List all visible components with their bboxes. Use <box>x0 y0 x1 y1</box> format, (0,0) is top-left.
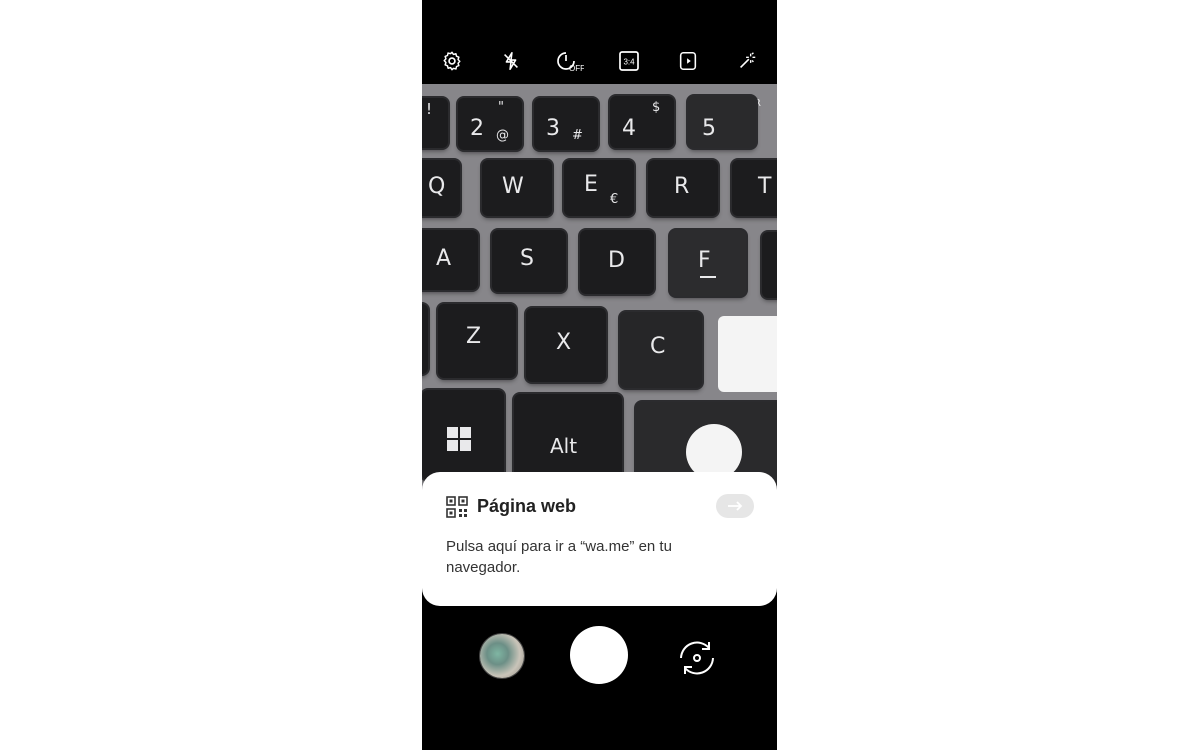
keyboard-key <box>762 232 777 298</box>
keyboard-key: Alt <box>514 394 622 484</box>
aspect-ratio-label: 3:4 <box>623 58 635 67</box>
keyboard-key: A <box>422 230 478 290</box>
timer-off-icon: OFF <box>557 52 584 73</box>
keyboard-key: X <box>526 308 606 382</box>
motion-photo-icon <box>680 51 697 71</box>
key-label: E <box>584 172 598 197</box>
key-label: ! <box>426 100 433 118</box>
qr-code-icon <box>446 496 468 518</box>
keyboard-key: W <box>482 160 552 216</box>
key-sub-label: " <box>498 100 504 115</box>
key-sub-label: $ <box>652 100 661 115</box>
key-label: F <box>698 248 711 273</box>
key-label: A <box>436 246 452 271</box>
key-label: 3 <box>546 116 560 141</box>
keyboard-key: ! <box>422 98 448 148</box>
keyboard-key: S <box>492 230 566 292</box>
home-row-notch <box>700 276 716 278</box>
key-label: R <box>674 174 690 199</box>
key-label: D <box>608 248 625 273</box>
aspect-ratio-icon: 3:4 <box>619 51 639 71</box>
key-label: W <box>502 174 524 199</box>
qr-card-description[interactable]: Pulsa aquí para ir a “wa.me” en tu naveg… <box>446 536 746 578</box>
keyboard-key: Z <box>438 304 516 378</box>
keyboard-key <box>422 304 428 374</box>
key-label: S <box>520 246 534 271</box>
settings-button[interactable] <box>436 45 468 77</box>
keyboard-key: 5 <box>688 96 756 148</box>
timer-button[interactable]: OFF <box>554 45 586 77</box>
keyboard-key: $ 4 <box>610 96 674 148</box>
glare-patch <box>718 316 777 392</box>
arrow-right-icon <box>728 501 743 511</box>
key-sub-label: # <box>572 128 583 143</box>
key-label: X <box>556 330 572 355</box>
key-label: C <box>650 334 666 359</box>
camera-viewfinder[interactable]: HDR ! " 2 @ 3 # $ 4 5 Q W E € <box>422 84 777 504</box>
key-label: 5 <box>702 116 716 141</box>
keyboard-key: Q <box>422 160 460 216</box>
qr-result-card[interactable]: Página web Pulsa aquí para ir a “wa.me” … <box>422 472 777 606</box>
key-label: 4 <box>622 116 636 141</box>
camera-app: OFF 3:4 HDR ! " <box>422 0 777 750</box>
shutter-button[interactable] <box>570 626 628 684</box>
camera-controls <box>422 610 777 750</box>
gallery-thumbnail[interactable] <box>480 634 524 678</box>
camera-toolbar: OFF 3:4 <box>422 40 777 82</box>
flash-button[interactable] <box>495 45 527 77</box>
aspect-ratio-button[interactable]: 3:4 <box>613 45 645 77</box>
switch-camera-icon[interactable] <box>673 634 721 682</box>
keyboard-key: T <box>732 160 777 216</box>
filters-button[interactable] <box>731 45 763 77</box>
windows-logo-icon <box>447 427 471 451</box>
settings-icon <box>443 51 461 71</box>
keyboard-key: C <box>620 312 702 388</box>
keyboard-key: R <box>648 160 718 216</box>
flash-off-icon <box>503 51 518 71</box>
key-label: Q <box>428 174 446 199</box>
keyboard-key: 3 # <box>534 98 598 150</box>
open-link-button[interactable] <box>716 494 754 518</box>
filters-icon <box>740 52 756 69</box>
qr-card-title: Página web <box>477 496 577 516</box>
keyboard-key: " 2 @ <box>458 98 522 150</box>
key-label: Alt <box>550 434 578 458</box>
key-label: T <box>758 174 772 199</box>
keyboard-key: D <box>580 230 654 294</box>
keyboard-key: E € <box>564 160 634 216</box>
timer-label: OFF <box>569 64 584 73</box>
key-label: 2 <box>470 116 484 141</box>
key-label: Z <box>466 324 482 349</box>
motion-photo-button[interactable] <box>672 45 704 77</box>
keyboard-key: F <box>670 230 746 296</box>
keyboard-key <box>422 390 504 480</box>
key-sub-label: € <box>610 192 619 207</box>
key-sub-label: @ <box>496 128 509 143</box>
